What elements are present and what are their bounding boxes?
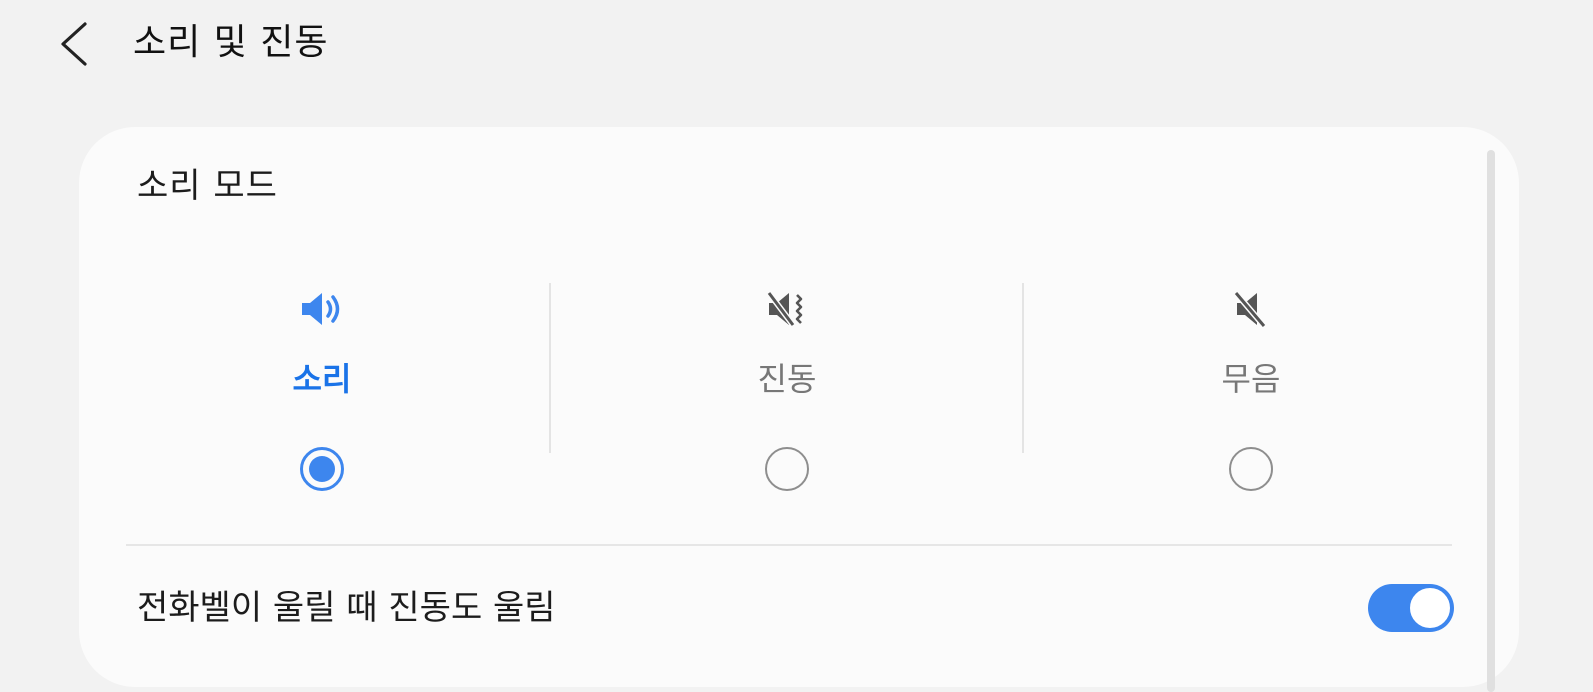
sound-mode-label-mute: 무음: [1221, 360, 1281, 398]
page-title: 소리 및 진동: [133, 22, 329, 63]
section-divider: [126, 544, 1452, 546]
sound-mode-label-sound: 소리: [292, 360, 352, 398]
sound-mode-option-mute[interactable]: 무음: [1101, 277, 1401, 507]
vibrate-mute-icon: [766, 291, 803, 327]
vibrate-while-ringing-label[interactable]: 전화벨이 울릴 때 진동도 울림: [137, 585, 556, 631]
sound-mode-card: 소리 모드 소리 진동 무음 전화벨이 울릴 때 진동도 울림: [79, 127, 1519, 687]
chevron-left-icon: [61, 22, 87, 66]
radio-sound[interactable]: [300, 447, 344, 491]
sound-mode-option-sound[interactable]: 소리: [172, 277, 472, 507]
section-title-sound-mode: 소리 모드: [137, 166, 278, 206]
sound-mode-label-vibrate: 진동: [757, 360, 817, 398]
speaker-volume-icon: [302, 293, 340, 325]
toggle-knob: [1408, 586, 1452, 630]
top-app-bar: 소리 및 진동: [0, 0, 1593, 90]
sound-mode-option-vibrate[interactable]: 진동: [637, 277, 937, 507]
radio-vibrate[interactable]: [765, 447, 809, 491]
vibrate-while-ringing-toggle[interactable]: [1368, 584, 1454, 632]
column-divider: [549, 283, 551, 453]
scrollbar[interactable]: [1487, 150, 1495, 692]
back-button[interactable]: [52, 18, 96, 70]
column-divider: [1022, 283, 1024, 453]
radio-mute[interactable]: [1229, 447, 1273, 491]
speaker-mute-icon: [1233, 291, 1267, 328]
